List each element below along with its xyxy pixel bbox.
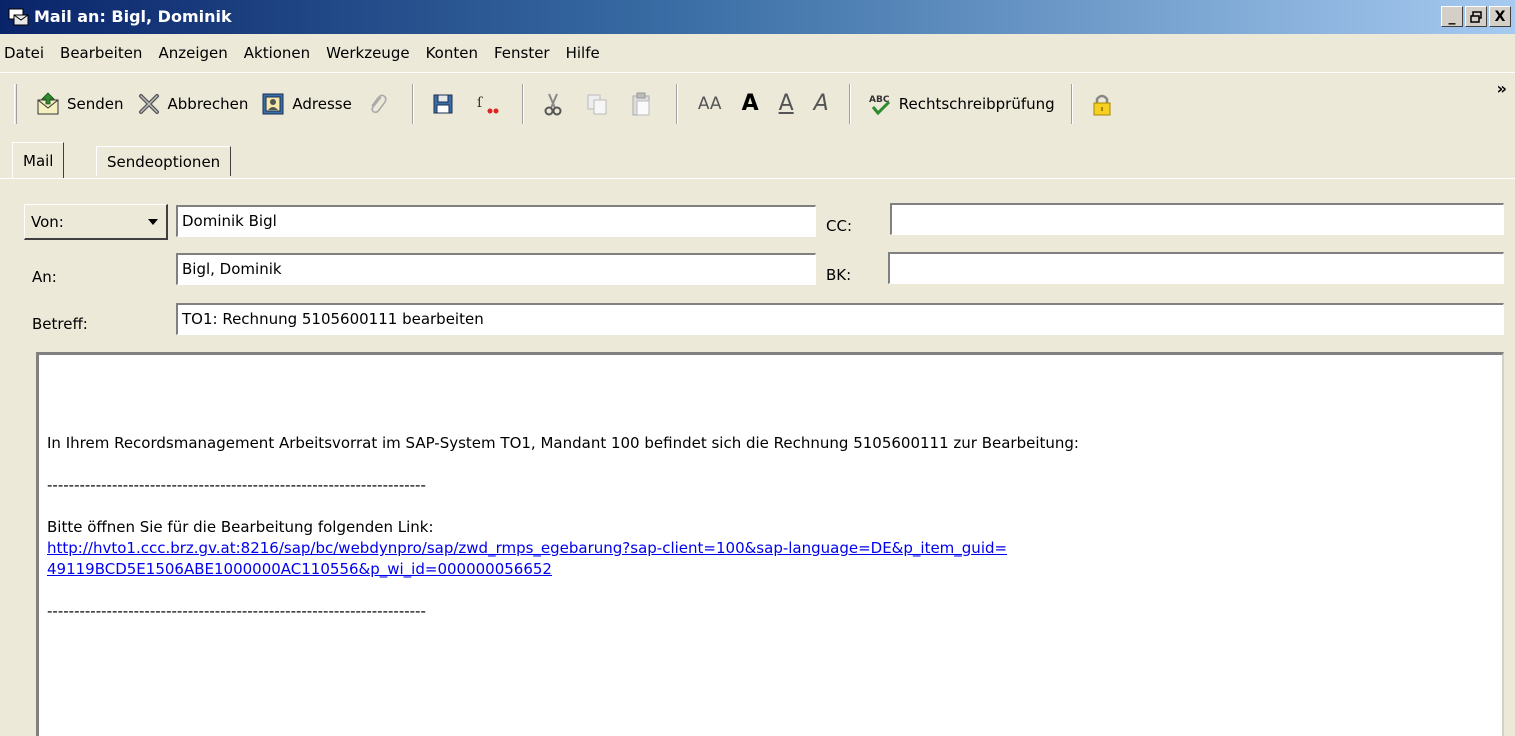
spellcheck-button[interactable]: ABC Rechtschreibprüfung (861, 84, 1061, 124)
menu-anzeigen[interactable]: Anzeigen (158, 44, 235, 62)
restore-icon (1470, 10, 1482, 23)
subject-field[interactable]: TO1: Rechnung 5105600111 bearbeiten (176, 303, 1504, 335)
toolbar-separator (675, 83, 678, 124)
save-icon (433, 94, 453, 113)
subject-label: Betreff: (32, 315, 88, 333)
from-dropdown-button[interactable]: Von: (24, 204, 168, 240)
svg-text:ſ: ſ (477, 95, 484, 111)
tab-mail[interactable]: Mail (12, 142, 65, 178)
menu-bar: Datei Bearbeiten Anzeigen Aktionen Werkz… (0, 34, 1515, 72)
address-book-icon (262, 93, 284, 114)
copy-button[interactable] (578, 84, 622, 124)
bcc-label: BK: (826, 266, 852, 284)
cc-field[interactable] (890, 203, 1504, 235)
restore-button[interactable] (1465, 6, 1487, 27)
paste-button[interactable] (622, 84, 666, 124)
cancel-icon (138, 93, 159, 114)
tab-sendeoptionen[interactable]: Sendeoptionen (96, 146, 232, 176)
send-button[interactable]: Senden (29, 84, 130, 124)
body-instruction: Bitte öffnen Sie für die Bearbeitung fol… (47, 518, 434, 536)
title-bar: Mail an: Bigl, Dominik _ X (0, 0, 1515, 34)
address-label: Adresse (292, 94, 352, 113)
body-divider-bottom: ----------------------------------------… (47, 602, 426, 620)
toolbar-separator (521, 83, 524, 124)
cancel-button[interactable]: Abbrechen (130, 84, 255, 124)
send-icon (37, 91, 59, 114)
save-button[interactable] (424, 84, 468, 124)
menu-werkzeuge[interactable]: Werkzeuge (326, 44, 417, 62)
paperclip-icon (371, 94, 387, 113)
clipboard-icon (632, 92, 650, 115)
body-intro: In Ihrem Recordsmanagement Arbeitsvorrat… (47, 434, 1079, 452)
message-body-editor[interactable]: In Ihrem Recordsmanagement Arbeitsvorrat… (36, 352, 1504, 736)
toolbar-grip[interactable] (14, 83, 17, 124)
window-controls: _ X (1441, 6, 1511, 27)
cut-button[interactable] (534, 84, 578, 124)
bold-button[interactable]: A (732, 91, 769, 116)
toolbar-separator (848, 83, 851, 124)
from-field[interactable]: Dominik Bigl (176, 205, 816, 237)
body-link-line2[interactable]: 49119BCD5E1506ABE1000000AC110556&p_wi_id… (47, 559, 1502, 580)
cancel-label: Abbrechen (167, 94, 249, 113)
dropdown-arrow-icon (148, 219, 158, 225)
spell-options-button[interactable]: ſ (468, 84, 512, 124)
send-label: Senden (67, 94, 124, 113)
minimize-button[interactable]: _ (1441, 6, 1463, 27)
address-button[interactable]: Adresse (254, 84, 357, 124)
from-label: Von: (31, 212, 64, 231)
font-size-button[interactable]: AA (688, 94, 732, 114)
menu-bearbeiten[interactable]: Bearbeiten (60, 44, 150, 62)
menu-konten[interactable]: Konten (426, 44, 486, 62)
window-title: Mail an: Bigl, Dominik (34, 7, 232, 26)
font-color-icon: ſ (477, 95, 499, 113)
copy-icon (587, 94, 607, 114)
spellcheck-icon: ABC (869, 95, 890, 115)
close-button[interactable]: X (1489, 6, 1511, 27)
toolbar-overflow-icon[interactable]: » (1497, 79, 1507, 98)
menu-hilfe[interactable]: Hilfe (566, 44, 608, 62)
bcc-field[interactable] (888, 252, 1504, 284)
to-label: An: (32, 268, 57, 286)
cc-label: CC: (826, 217, 853, 235)
menu-aktionen[interactable]: Aktionen (244, 44, 318, 62)
menu-fenster[interactable]: Fenster (494, 44, 558, 62)
toolbar-separator (411, 83, 414, 124)
mail-window-icon (8, 8, 29, 26)
toolbar: Senden Abbrechen Adresse ſ AA A A A ABC … (0, 72, 1515, 134)
encrypt-button[interactable] (1083, 84, 1127, 124)
body-link-line1[interactable]: http://hvto1.ccc.brz.gv.at:8216/sap/bc/w… (47, 538, 1502, 559)
body-divider: ----------------------------------------… (47, 476, 426, 494)
menu-datei[interactable]: Datei (4, 44, 52, 62)
spellcheck-label: Rechtschreibprüfung (898, 94, 1055, 113)
tab-strip: Mail Sendeoptionen (0, 134, 1515, 178)
italic-button[interactable]: A (804, 91, 839, 116)
underline-button[interactable]: A (769, 91, 804, 116)
toolbar-separator (1070, 83, 1073, 124)
lock-icon (1093, 94, 1111, 115)
scissors-icon (544, 93, 562, 115)
attach-button[interactable] (358, 84, 402, 124)
tab-divider (0, 178, 1515, 179)
to-field[interactable]: Bigl, Dominik (176, 253, 816, 285)
